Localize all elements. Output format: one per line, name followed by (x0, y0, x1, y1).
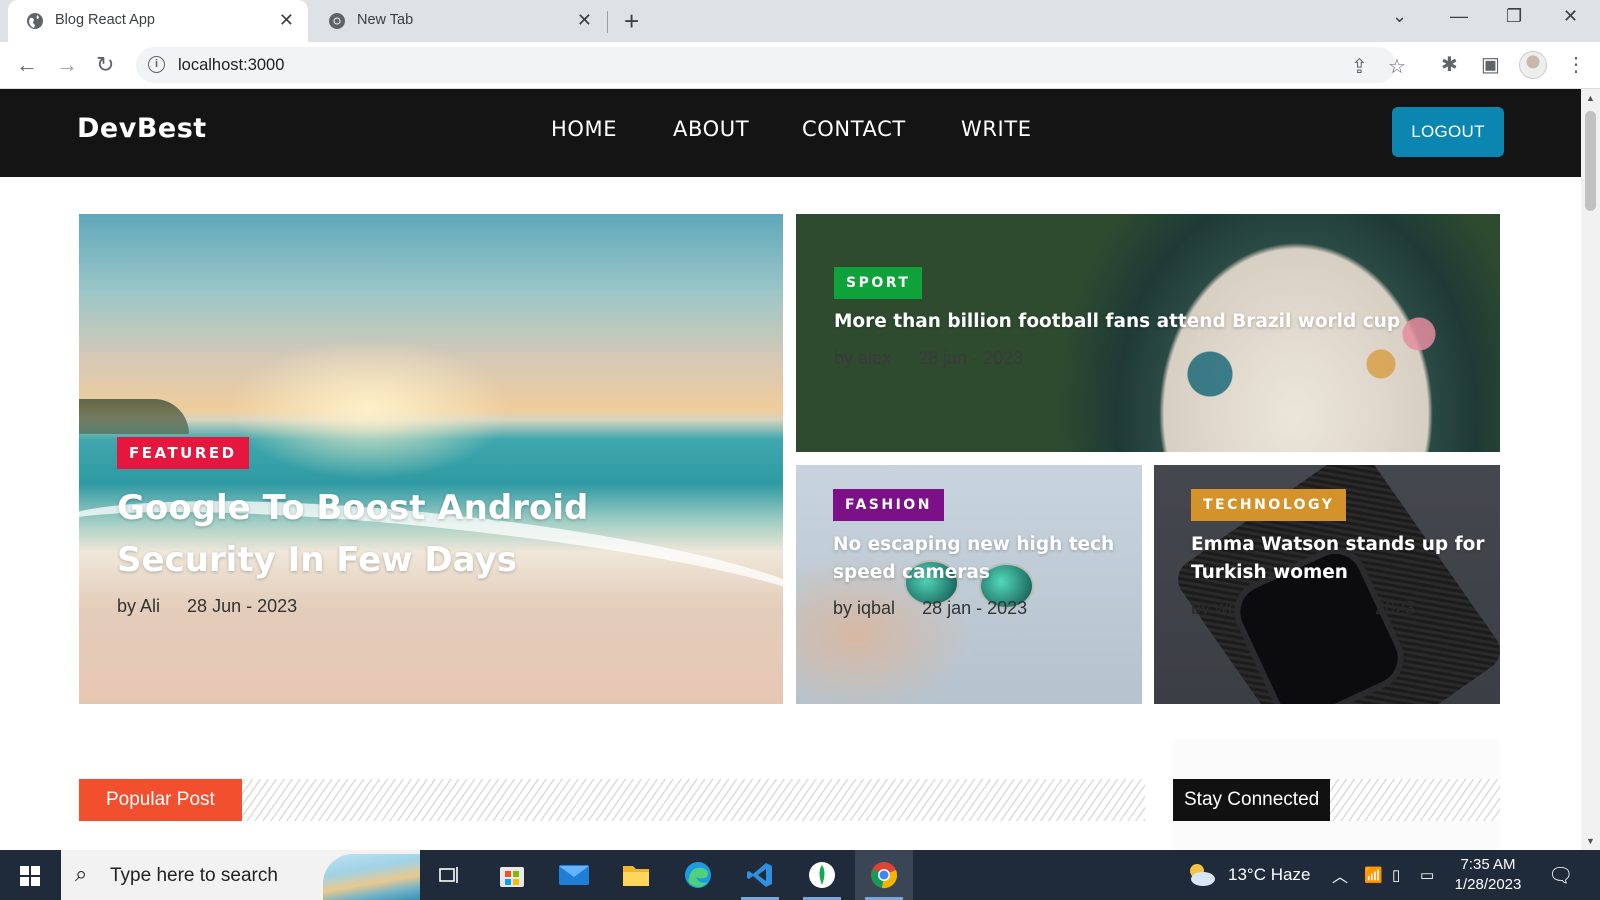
kebab-menu-icon[interactable]: ⋮ (1566, 52, 1586, 77)
vscode-icon[interactable] (731, 850, 789, 900)
site-info-icon[interactable]: i (148, 56, 165, 73)
globe-icon (27, 13, 43, 29)
address-bar[interactable]: i localhost:3000 ⇪ ☆ (136, 47, 1406, 83)
minimize-icon[interactable]: — (1450, 6, 1468, 27)
wifi-icon[interactable]: 📶 (1364, 850, 1383, 900)
post-date: 28 jan - 2023 (918, 348, 1024, 368)
stay-connected-heading: Stay Connected (1173, 779, 1331, 821)
scrollbar-thumb[interactable] (1585, 111, 1596, 211)
post-author: by iqbal (833, 598, 896, 618)
weather-text: 13°C Haze (1228, 865, 1311, 884)
windows-start-icon[interactable] (20, 866, 40, 886)
post-badge[interactable]: TECHNOLOGY (1191, 489, 1347, 521)
post-date: 28 Jun - 2023 (187, 596, 298, 616)
popular-post-heading: Popular Post (79, 779, 242, 821)
file-explorer-icon[interactable] (607, 850, 665, 900)
post-title[interactable]: No escaping new high tech speed cameras (833, 531, 1133, 587)
stay-connected-section-bar: Stay Connected (1173, 779, 1500, 821)
mail-icon[interactable] (545, 850, 603, 900)
clock-date: 1/28/2023 (1454, 876, 1522, 893)
featured-post-meta: by Ali 28 Jun - 2023 (117, 596, 319, 617)
chrome-taskbar-icon[interactable] (855, 850, 913, 900)
post-badge[interactable]: FASHION (833, 489, 944, 521)
tab-new-tab[interactable]: New Tab ✕ (310, 0, 606, 42)
browser-tab-strip: Blog React App ✕ New Tab ✕ + ⌄ — ❐ ✕ (0, 0, 1600, 42)
weather-widget[interactable]: 13°C Haze (1184, 850, 1310, 900)
post-badge[interactable]: SPORT (834, 267, 923, 299)
site-logo[interactable]: DevBest (77, 113, 207, 144)
close-tab-icon[interactable]: ✕ (577, 10, 592, 31)
page-viewport: DevBest HOME ABOUT CONTACT WRITE LOGOUT … (0, 89, 1581, 850)
scroll-up-arrow-icon[interactable]: ▲ (1586, 93, 1595, 103)
scroll-down-arrow-icon[interactable]: ▼ (1586, 836, 1595, 846)
post-title[interactable]: Emma Watson stands up for Turkish women (1191, 531, 1491, 587)
post-date: 28 jan - 2023 (922, 598, 1028, 618)
extensions-puzzle-icon[interactable]: ✱ (1441, 52, 1458, 77)
post-meta: by wo 2023 (1191, 598, 1437, 619)
featured-post-title[interactable]: Google To Boost Android Security In Few … (117, 482, 757, 586)
share-icon[interactable]: ⇪ (1351, 54, 1368, 79)
nav-contact[interactable]: CONTACT (802, 117, 906, 141)
windows-taskbar: ⌕ Type here to search 13°C Haze ︿ 📶 ▯ ▭ … (0, 850, 1600, 900)
search-icon: ⌕ (75, 861, 88, 886)
post-title[interactable]: More than billion football fans attend B… (834, 310, 1474, 334)
tab-title: Blog React App (55, 12, 155, 28)
nav-about[interactable]: ABOUT (673, 117, 749, 141)
post-card-sport[interactable]: SPORT More than billion football fans at… (796, 214, 1500, 452)
popular-post-section-bar: Popular Post (79, 779, 1145, 821)
close-window-icon[interactable]: ✕ (1563, 6, 1578, 27)
profile-avatar[interactable] (1519, 51, 1547, 79)
notifications-icon[interactable]: 🗨 (1548, 850, 1573, 900)
nav-home[interactable]: HOME (551, 117, 617, 141)
post-date: 2023 (1375, 598, 1416, 618)
featured-post-card[interactable]: FEATURED Google To Boost Android Securit… (79, 214, 783, 704)
restore-icon[interactable]: ❐ (1506, 6, 1522, 27)
post-meta: by alex 28 jan - 2023 (834, 348, 1045, 369)
battery-icon[interactable]: ▭ (1420, 850, 1434, 900)
search-highlight-art (323, 854, 420, 900)
logout-button[interactable]: LOGOUT (1392, 107, 1504, 157)
post-card-technology[interactable]: TECHNOLOGY Emma Watson stands up for Tur… (1154, 465, 1500, 704)
featured-badge[interactable]: FEATURED (117, 437, 249, 469)
bookmark-star-icon[interactable]: ☆ (1388, 54, 1406, 79)
edge-browser-icon[interactable] (669, 850, 727, 900)
forward-arrow-icon[interactable]: → (56, 52, 78, 78)
football-patterns (1096, 254, 1476, 452)
close-tab-icon[interactable]: ✕ (279, 10, 294, 31)
tab-search-chevron-icon[interactable]: ⌄ (1392, 6, 1407, 27)
taskbar-search-box[interactable]: ⌕ Type here to search (61, 850, 420, 900)
side-panel-icon[interactable]: ▣ (1481, 52, 1500, 77)
post-author: by wo (1191, 598, 1239, 618)
task-view-icon[interactable] (421, 850, 479, 900)
chrome-icon (329, 13, 345, 29)
site-header: DevBest HOME ABOUT CONTACT WRITE LOGOUT (0, 89, 1581, 177)
show-hidden-icons-chevron-icon[interactable]: ︿ (1332, 850, 1348, 900)
browser-toolbar: ← → ↻ i localhost:3000 ⇪ ☆ ✱ ▣ ⋮ (0, 42, 1600, 89)
tab-blog-react-app[interactable]: Blog React App ✕ (8, 0, 308, 42)
post-author: by alex (834, 348, 892, 368)
post-meta: by iqbal 28 jan - 2023 (833, 598, 1049, 619)
post-card-fashion[interactable]: FASHION No escaping new high tech speed … (796, 465, 1142, 704)
taskbar-clock[interactable]: 7:35 AM 1/28/2023 (1448, 855, 1528, 895)
url-text: localhost:3000 (178, 56, 285, 74)
taskbar-search-placeholder: Type here to search (110, 865, 278, 886)
weather-cloud-icon (1190, 864, 1215, 886)
microsoft-store-icon[interactable] (483, 850, 541, 900)
new-tab-plus-icon[interactable]: + (624, 7, 639, 35)
palm-trees-silhouette (79, 399, 189, 434)
battery-saver-icon[interactable]: ▯ (1392, 850, 1400, 900)
tab-title: New Tab (357, 12, 414, 28)
tab-separator (607, 11, 608, 33)
page-scrollbar[interactable]: ▲ ▼ (1581, 89, 1600, 850)
nav-write[interactable]: WRITE (961, 117, 1032, 141)
reload-icon[interactable]: ↻ (96, 52, 114, 78)
mongodb-compass-icon[interactable] (793, 850, 851, 900)
clock-time: 7:35 AM (1460, 856, 1516, 873)
back-arrow-icon[interactable]: ← (16, 52, 38, 78)
post-author: by Ali (117, 596, 161, 616)
